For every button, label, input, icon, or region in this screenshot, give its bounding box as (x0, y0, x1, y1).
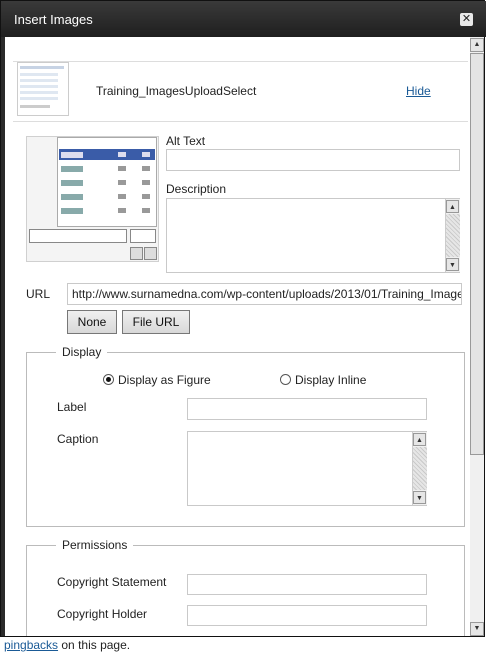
display-legend: Display (56, 345, 108, 359)
image-preview (26, 136, 159, 262)
dialog-title: Insert Images (14, 12, 93, 27)
label-label: Label (57, 400, 87, 414)
description-label: Description (166, 182, 227, 196)
top-divider (13, 61, 468, 62)
url-field[interactable]: http://www.surnamedna.com/wp-content/upl… (67, 283, 462, 305)
caption-scrollbar[interactable]: ▲ ▼ (412, 432, 427, 505)
description-scrollbar[interactable]: ▲ ▼ (445, 199, 460, 272)
image-thumbnail (17, 62, 69, 116)
alt-text-label: Alt Text (166, 134, 206, 148)
insert-images-dialog: Insert Images ✕ Training_ImagesUploadSel… (0, 0, 486, 637)
dialog-content: Training_ImagesUploadSelect Hide Alt Tex… (5, 37, 470, 636)
hide-link[interactable]: Hide (406, 84, 431, 98)
display-inline-radio[interactable] (280, 374, 291, 385)
alt-text-field[interactable] (166, 149, 460, 171)
scroll-down-icon[interactable]: ▼ (446, 258, 459, 271)
label-field[interactable] (187, 398, 427, 420)
pingbacks-link[interactable]: pingbacks (4, 638, 58, 652)
header-divider (13, 121, 468, 122)
scroll-up-icon[interactable]: ▲ (470, 38, 484, 52)
display-inline-label[interactable]: Display Inline (295, 373, 366, 387)
description-field[interactable]: ▲ ▼ (166, 198, 460, 273)
file-url-button[interactable]: File URL (122, 310, 190, 334)
background-tail-text: on this page. (58, 638, 131, 652)
close-icon[interactable]: ✕ (460, 13, 473, 26)
url-label: URL (26, 287, 51, 301)
copyright-holder-field[interactable] (187, 605, 427, 626)
file-name: Training_ImagesUploadSelect (96, 84, 257, 98)
display-figure-radio[interactable] (103, 374, 114, 385)
scroll-down-icon[interactable]: ▼ (413, 491, 426, 504)
copyright-holder-label: Copyright Holder (57, 607, 148, 621)
caption-field[interactable]: ▲ ▼ (187, 431, 427, 506)
background-text: pingbacks on this page. (4, 638, 130, 652)
display-figure-label[interactable]: Display as Figure (118, 373, 211, 387)
none-button[interactable]: None (67, 310, 117, 334)
scroll-up-icon[interactable]: ▲ (446, 200, 459, 213)
dialog-titlebar: Insert Images ✕ (1, 1, 486, 37)
dialog-scrollbar[interactable]: ▲ ▼ (470, 37, 484, 636)
scroll-up-icon[interactable]: ▲ (413, 433, 426, 446)
scrollbar-thumb[interactable] (470, 53, 484, 455)
permissions-legend: Permissions (56, 538, 134, 552)
caption-label: Caption (57, 432, 99, 446)
copyright-statement-label: Copyright Statement (57, 575, 167, 589)
scroll-down-icon[interactable]: ▼ (470, 622, 484, 636)
copyright-statement-field[interactable] (187, 574, 427, 595)
